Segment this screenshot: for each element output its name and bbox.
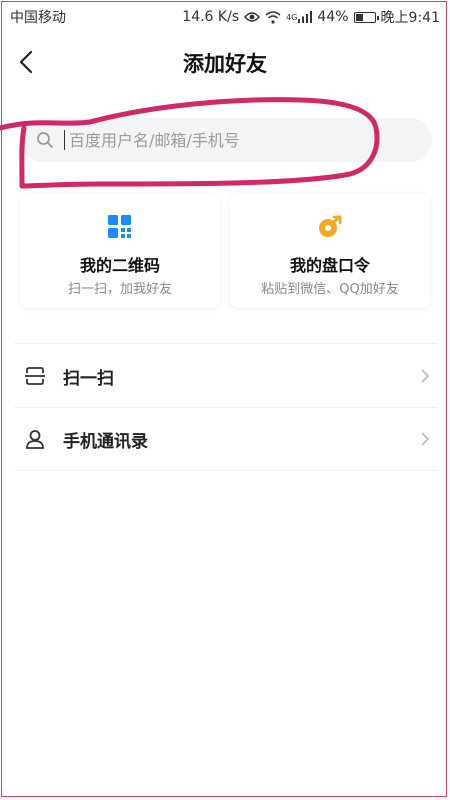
header: 添加好友 [0, 32, 450, 94]
clock: 晚上9:41 [380, 10, 440, 26]
my-qr-code-card[interactable]: 我的二维码 扫一扫，加我好友 [20, 194, 220, 308]
carrier-label: 中国移动 [10, 10, 66, 26]
search-bar[interactable] [20, 118, 432, 162]
scan-icon [25, 367, 45, 385]
menu-item-scan[interactable]: 扫一扫 [14, 345, 438, 407]
chevron-right-icon [421, 432, 430, 446]
contacts-icon [26, 430, 44, 449]
divider [14, 343, 438, 344]
my-passcode-card[interactable]: 我的盘口令 粘贴到微信、QQ加好友 [230, 194, 430, 308]
passcode-icon [319, 215, 342, 237]
status-right: 14.6 K/s 4G 44% 晚上9:41 [182, 7, 440, 27]
text-cursor [64, 130, 65, 150]
divider [14, 470, 438, 471]
card-title: 我的二维码 [79, 256, 160, 275]
qr-code-icon [108, 215, 131, 238]
card-title: 我的盘口令 [289, 256, 370, 275]
network-type: 4G [286, 12, 298, 22]
page-title: 添加好友 [183, 52, 267, 76]
chevron-right-icon [421, 369, 430, 383]
signal-icon: 4G [286, 11, 313, 23]
menu-item-contacts[interactable]: 手机通讯录 [14, 408, 438, 470]
card-subtitle: 粘贴到微信、QQ加好友 [261, 282, 399, 297]
status-bar: 中国移动 14.6 K/s 4G 44% 晚上9:41 [0, 0, 450, 32]
network-speed: 14.6 K/s [182, 9, 240, 25]
search-input[interactable] [67, 129, 401, 151]
battery-percent: 44% [317, 9, 349, 25]
search-icon [37, 132, 53, 148]
card-subtitle: 扫一扫，加我好友 [67, 282, 172, 297]
wifi-icon [265, 10, 281, 24]
battery-icon [353, 11, 379, 23]
eye-icon [244, 11, 261, 23]
menu-item-label: 扫一扫 [63, 368, 114, 389]
menu-item-label: 手机通讯录 [63, 431, 148, 452]
